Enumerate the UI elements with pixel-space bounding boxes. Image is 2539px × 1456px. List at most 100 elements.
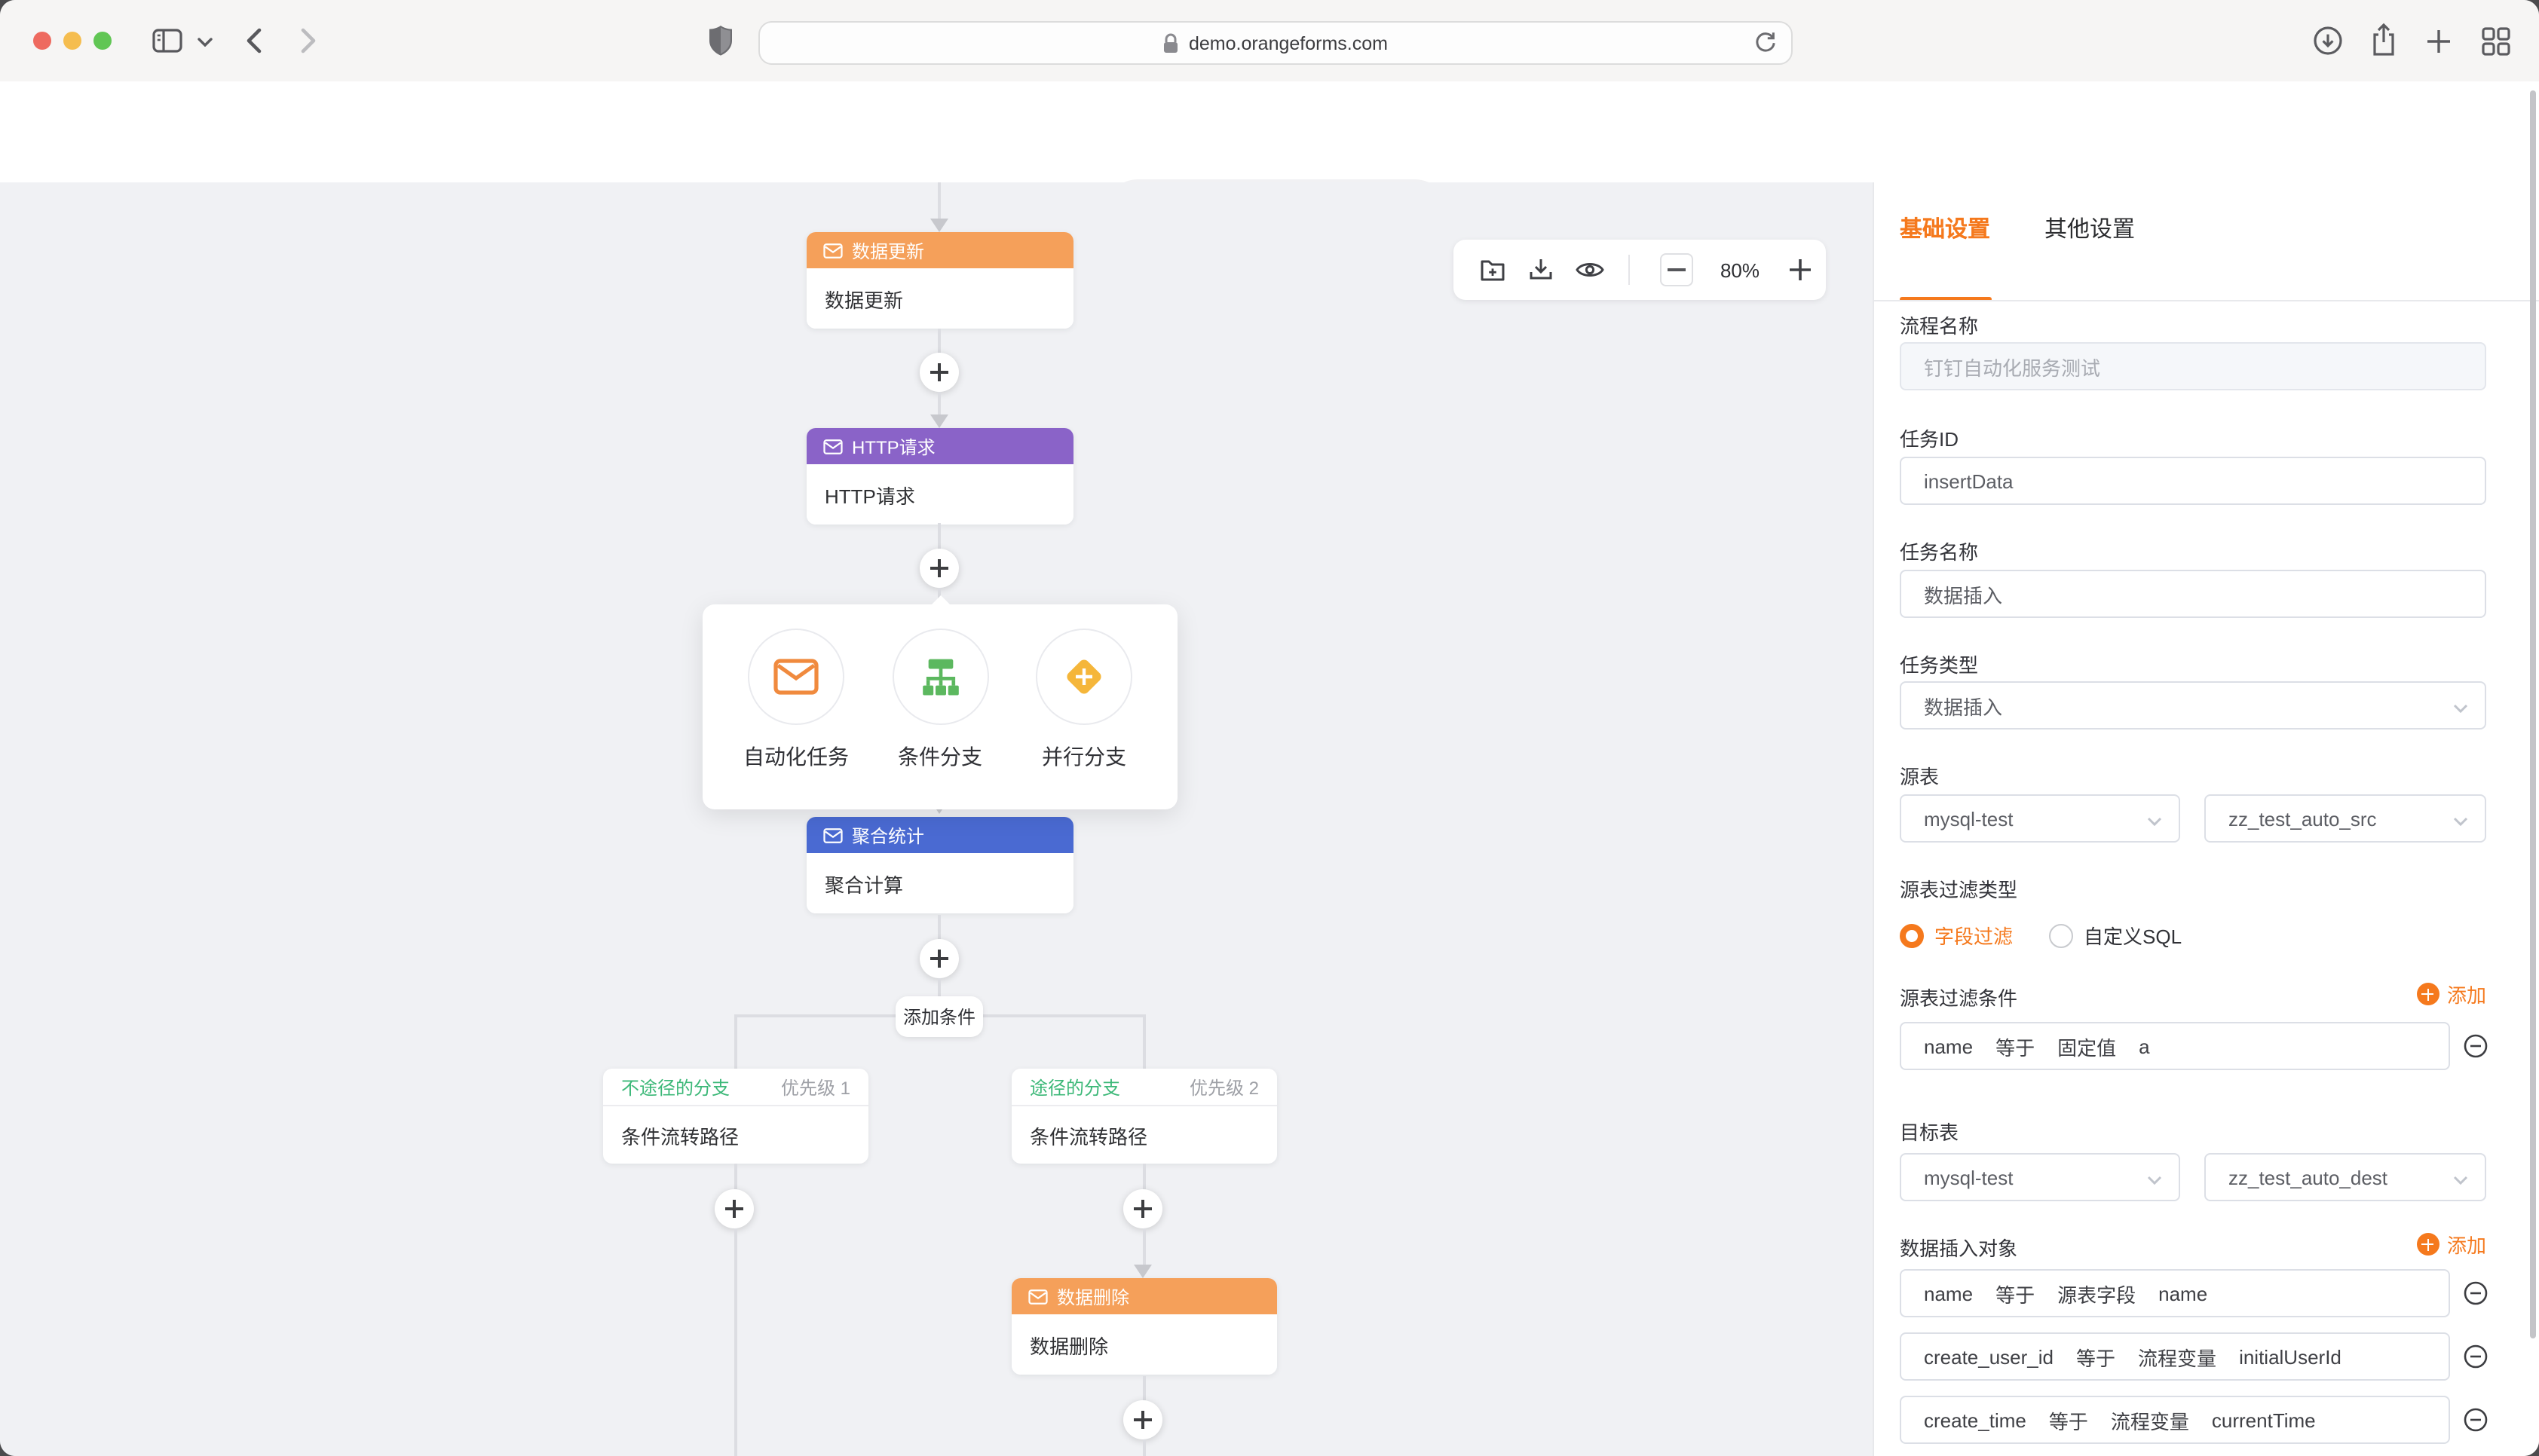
remove-filter-cond-button[interactable] xyxy=(2464,1034,2488,1058)
task-id-input[interactable]: insertData xyxy=(1900,457,2486,505)
envelope-icon xyxy=(773,659,819,695)
tab-basic-settings[interactable]: 基础设置 xyxy=(1900,213,1990,244)
source-table-select[interactable]: zz_test_auto_src xyxy=(2204,794,2486,843)
add-node-button[interactable] xyxy=(1123,1400,1162,1439)
connector xyxy=(1143,1439,1146,1456)
connector xyxy=(1143,1228,1146,1265)
tab-overview-icon[interactable] xyxy=(2482,27,2510,56)
arrow-down-icon xyxy=(1134,1265,1152,1278)
chevron-down-icon xyxy=(2147,817,2162,826)
branch-body-label: 条件流转路径 xyxy=(603,1106,868,1164)
task-name-input[interactable]: 数据插入 xyxy=(1900,570,2486,618)
connector xyxy=(938,915,941,939)
share-icon[interactable] xyxy=(2370,23,2397,57)
connector xyxy=(734,1228,737,1456)
source-table-label: 源表 xyxy=(1900,761,1939,790)
envelope-icon xyxy=(1028,1288,1048,1305)
flow-name-input[interactable]: 钉钉自动化服务测试 xyxy=(1900,342,2486,390)
node-body-label: 数据删除 xyxy=(1012,1314,1277,1375)
task-id-label: 任务ID xyxy=(1900,424,1959,452)
connector xyxy=(938,392,941,414)
branch-title: 不途径的分支 xyxy=(621,1074,730,1100)
task-name-label: 任务名称 xyxy=(1900,537,1978,565)
task-type-select[interactable]: 数据插入 xyxy=(1900,681,2486,730)
node-aggregate[interactable]: 聚合统计 聚合计算 xyxy=(807,817,1073,913)
browser-window: demo.orangeforms.com xyxy=(0,0,2539,1456)
downloads-icon[interactable] xyxy=(2313,26,2343,56)
add-file-icon[interactable] xyxy=(1479,256,1506,283)
privacy-shield-icon[interactable] xyxy=(709,26,733,56)
target-table-select[interactable]: zz_test_auto_dest xyxy=(2204,1153,2486,1201)
close-window-button[interactable] xyxy=(33,32,51,50)
app-header: 橙单流程设计 基础信息 流程设计 切换 保存 返回 xyxy=(0,81,2539,184)
chevron-down-icon xyxy=(2453,817,2468,826)
back-button[interactable] xyxy=(246,27,262,54)
node-data-update[interactable]: 数据更新 数据更新 xyxy=(807,232,1073,329)
tab-other-settings[interactable]: 其他设置 xyxy=(2044,213,2135,244)
download-icon[interactable] xyxy=(1527,256,1554,283)
branch-card-not-passed[interactable]: 不途径的分支 优先级 1 条件流转路径 xyxy=(603,1069,868,1164)
flow-canvas[interactable]: 数据更新 数据更新 HTTP请求 HTTP请求 xyxy=(0,182,1873,1456)
browser-chrome: demo.orangeforms.com xyxy=(0,0,2539,83)
page-scrollbar[interactable] xyxy=(2530,90,2536,1338)
chevron-down-icon[interactable] xyxy=(198,38,213,47)
add-node-button[interactable] xyxy=(1123,1189,1162,1228)
chevron-down-icon xyxy=(2147,1176,2162,1185)
flow-name-label: 流程名称 xyxy=(1900,310,1978,339)
popup-item-condition-branch[interactable]: 条件分支 xyxy=(880,629,1000,809)
target-db-select[interactable]: mysql-test xyxy=(1900,1153,2180,1201)
add-insert-obj-button[interactable]: 添加 xyxy=(2417,1230,2486,1259)
settings-panel: 基础设置 其他设置 流程名称 钉钉自动化服务测试 任务ID insertData… xyxy=(1873,182,2539,1456)
branch-body-label: 条件流转路径 xyxy=(1012,1106,1277,1164)
add-condition-button[interactable]: 添加条件 xyxy=(896,996,983,1037)
node-data-delete[interactable]: 数据删除 数据删除 xyxy=(1012,1278,1277,1375)
connector xyxy=(1143,1164,1146,1189)
preview-eye-icon[interactable] xyxy=(1576,259,1604,280)
plus-circle-icon xyxy=(2417,1233,2439,1256)
maximize-window-button[interactable] xyxy=(93,32,112,50)
lock-icon xyxy=(1163,32,1180,54)
url-bar[interactable]: demo.orangeforms.com xyxy=(758,21,1793,65)
popup-item-auto-task[interactable]: 自动化任务 xyxy=(736,629,856,809)
radio-field-filter[interactable]: 字段过滤 xyxy=(1900,921,2013,950)
remove-insert-obj-button[interactable] xyxy=(2464,1344,2488,1369)
connector xyxy=(1143,1376,1146,1400)
radio-label: 字段过滤 xyxy=(1934,921,2013,950)
add-node-button[interactable] xyxy=(920,939,959,978)
popup-item-parallel-branch[interactable]: 并行分支 xyxy=(1024,629,1144,809)
node-title: HTTP请求 xyxy=(852,433,936,459)
add-node-button[interactable] xyxy=(920,549,959,588)
node-http-request[interactable]: HTTP请求 HTTP请求 xyxy=(807,428,1073,525)
filter-cond-row[interactable]: name等于固定值a xyxy=(1900,1022,2450,1070)
remove-insert-obj-button[interactable] xyxy=(2464,1281,2488,1305)
zoom-in-button[interactable] xyxy=(1788,258,1812,282)
minimize-window-button[interactable] xyxy=(63,32,81,50)
target-table-label: 目标表 xyxy=(1900,1117,1959,1146)
filter-cond-label: 源表过滤条件 xyxy=(1900,983,2017,1011)
refresh-icon[interactable] xyxy=(1753,30,1776,54)
connector xyxy=(1143,1014,1146,1069)
popup-item-label: 条件分支 xyxy=(898,742,982,772)
envelope-icon xyxy=(823,827,843,843)
remove-insert-obj-button[interactable] xyxy=(2464,1408,2488,1432)
branch-title: 途径的分支 xyxy=(1030,1074,1120,1100)
node-title: 聚合统计 xyxy=(852,822,924,848)
radio-custom-sql[interactable]: 自定义SQL xyxy=(2049,921,2182,950)
add-filter-cond-button[interactable]: 添加 xyxy=(2417,980,2486,1008)
tree-branch-icon xyxy=(919,657,961,696)
zoom-out-button[interactable] xyxy=(1660,253,1693,286)
insert-obj-row[interactable]: create_time等于流程变量currentTime xyxy=(1900,1396,2450,1444)
add-node-button[interactable] xyxy=(715,1189,754,1228)
arrow-down-icon xyxy=(930,219,948,232)
filter-type-label: 源表过滤类型 xyxy=(1900,874,2017,903)
new-tab-icon[interactable] xyxy=(2426,29,2452,54)
source-db-select[interactable]: mysql-test xyxy=(1900,794,2180,843)
forward-button[interactable] xyxy=(300,27,317,54)
insert-obj-row[interactable]: name等于源表字段name xyxy=(1900,1269,2450,1317)
add-node-button[interactable] xyxy=(920,353,959,392)
insert-obj-row[interactable]: create_user_id等于流程变量initialUserId xyxy=(1900,1332,2450,1381)
toolbar-divider xyxy=(1628,255,1630,285)
node-body-label: 数据更新 xyxy=(807,268,1073,329)
branch-card-passed[interactable]: 途径的分支 优先级 2 条件流转路径 xyxy=(1012,1069,1277,1164)
sidebar-toggle-icon[interactable] xyxy=(152,29,182,53)
